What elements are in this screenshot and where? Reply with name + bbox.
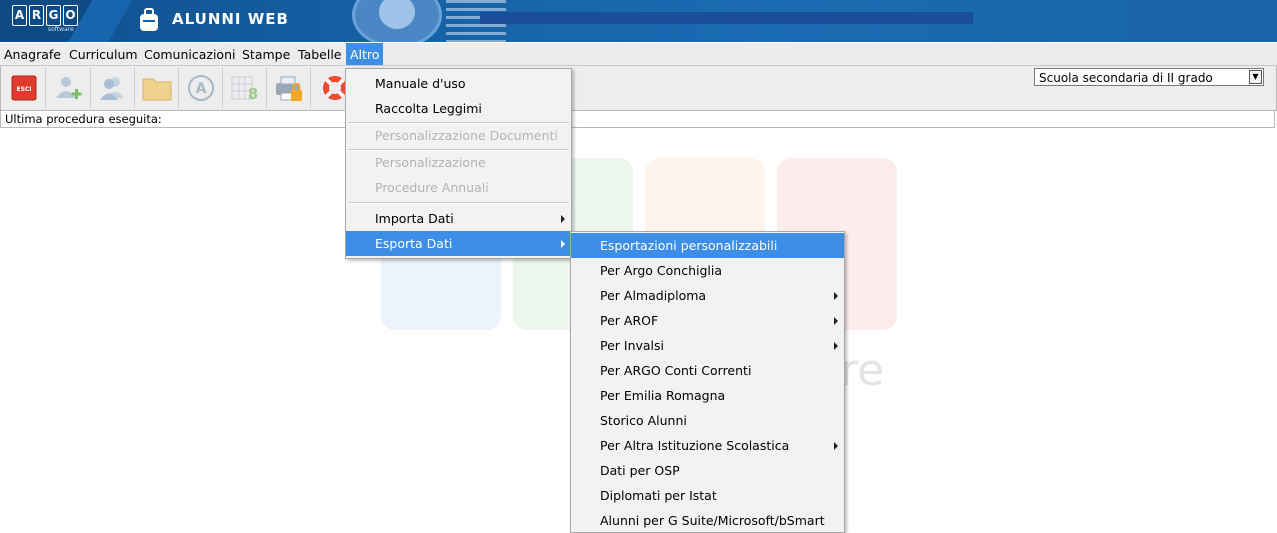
menu-item-gsuite-microsoft-bsmart[interactable]: Alunni per G Suite/Microsoft/bSmart xyxy=(571,508,844,533)
menu-item-diplomati-istat[interactable]: Diplomati per Istat xyxy=(571,483,844,508)
menu-item-label: Dati per OSP xyxy=(600,463,680,478)
menu-item-label: Per AROF xyxy=(600,313,659,328)
chevron-down-icon[interactable]: ▼ xyxy=(1249,70,1262,84)
exit-icon: ESCI xyxy=(11,75,37,100)
backpack-icon xyxy=(140,8,158,31)
menu-item-label: Per ARGO Conti Correnti xyxy=(600,363,752,378)
app-title: ALUNNI WEB xyxy=(172,10,289,28)
users-button[interactable] xyxy=(92,67,135,108)
folder-button[interactable] xyxy=(136,67,179,108)
menu-item-altra-istituzione[interactable]: Per Altra Istituzione Scolastica xyxy=(571,433,844,458)
submenu-arrow-icon xyxy=(561,215,565,223)
menu-item-label: Personalizzazione xyxy=(375,155,486,170)
menu-item-arof[interactable]: Per AROF xyxy=(571,308,844,333)
exit-button[interactable]: ESCI xyxy=(3,67,46,108)
submenu-arrow-icon xyxy=(834,342,838,350)
grid-eight-button[interactable]: 8 xyxy=(224,67,267,108)
printer-lock-button[interactable] xyxy=(268,67,311,108)
grid-eight-icon: 8 xyxy=(231,76,258,102)
grid-eight-label: 8 xyxy=(248,85,258,102)
menu-item-label: Procedure Annuali xyxy=(375,180,489,195)
logo-letter: G xyxy=(46,5,61,26)
menu-item-label: Raccolta Leggimi xyxy=(375,101,482,116)
menu-stampe[interactable]: Stampe xyxy=(238,43,294,65)
letter-a-icon: A xyxy=(188,74,214,101)
menu-item-esportazioni-personalizzabili[interactable]: Esportazioni personalizzabili xyxy=(571,233,844,258)
menu-item-label: Esporta Dati xyxy=(375,236,453,251)
folder-icon xyxy=(142,78,172,100)
menu-item-label: Esportazioni personalizzabili xyxy=(600,238,778,253)
submenu-arrow-icon xyxy=(834,442,838,450)
menu-item-label: Personalizzazione Documenti xyxy=(375,128,558,143)
menu-separator xyxy=(348,202,569,204)
menu-item-esporta-dati[interactable]: Esporta Dati xyxy=(346,231,571,256)
menu-item-personalizzazione-documenti: Personalizzazione Documenti xyxy=(346,123,571,148)
menu-item-label: Per Emilia Romagna xyxy=(600,388,726,403)
menu-tabelle[interactable]: Tabelle xyxy=(294,43,346,65)
menu-item-emilia-romagna[interactable]: Per Emilia Romagna xyxy=(571,383,844,408)
logo-subtitle: software xyxy=(48,26,74,33)
menu-anagrafe[interactable]: Anagrafe xyxy=(0,43,65,65)
menu-item-procedure-annuali: Procedure Annuali xyxy=(346,175,571,200)
users-icon xyxy=(100,76,124,100)
altro-dropdown-menu: Manuale d'uso Raccolta Leggimi Personali… xyxy=(345,68,572,259)
school-level-select[interactable]: Scuola secondaria di II grado ▼ xyxy=(1034,68,1264,86)
add-user-icon xyxy=(56,76,82,99)
menu-item-label: Importa Dati xyxy=(375,211,454,226)
esporta-dati-submenu: Esportazioni personalizzabili Per Argo C… xyxy=(570,231,845,533)
watermark-text: re xyxy=(840,345,885,396)
letter-a-button[interactable]: A xyxy=(180,67,223,108)
letter-a-label: A xyxy=(196,81,207,97)
menu-item-label: Storico Alunni xyxy=(600,413,687,428)
menu-item-label: Manuale d'uso xyxy=(375,76,466,91)
menu-item-label: Per Invalsi xyxy=(600,338,665,353)
menu-item-conti-correnti[interactable]: Per ARGO Conti Correnti xyxy=(571,358,844,383)
menu-comunicazioni[interactable]: Comunicazioni xyxy=(140,43,239,65)
menu-item-label: Diplomati per Istat xyxy=(600,488,717,503)
menu-item-almadiploma[interactable]: Per Almadiploma xyxy=(571,283,844,308)
logo-letter: O xyxy=(63,5,78,26)
menu-item-dati-osp[interactable]: Dati per OSP xyxy=(571,458,844,483)
app-header: A R G O software ALUNNI WEB xyxy=(0,0,1277,42)
menu-curriculum[interactable]: Curriculum xyxy=(65,43,142,65)
menu-item-label: Per Almadiploma xyxy=(600,288,707,303)
menu-item-argo-conchiglia[interactable]: Per Argo Conchiglia xyxy=(571,258,844,283)
status-line: Ultima procedura eseguita: xyxy=(0,111,1275,128)
banner-bar xyxy=(480,12,973,24)
menu-item-importa-dati[interactable]: Importa Dati xyxy=(346,206,571,231)
menu-item-storico-alunni[interactable]: Storico Alunni xyxy=(571,408,844,433)
exit-label: ESCI xyxy=(16,86,31,93)
printer-lock-icon xyxy=(276,76,302,101)
menu-item-label: Per Argo Conchiglia xyxy=(600,263,723,278)
menu-item-personalizzazione: Personalizzazione xyxy=(346,150,571,175)
menu-item-label: Per Altra Istituzione Scolastica xyxy=(600,438,790,453)
menu-bar: Anagrafe Curriculum Comunicazioni Stampe… xyxy=(0,43,1277,66)
school-level-value: Scuola secondaria di II grado xyxy=(1039,71,1213,85)
submenu-arrow-icon xyxy=(834,292,838,300)
submenu-arrow-icon xyxy=(561,240,565,248)
menu-item-invalsi[interactable]: Per Invalsi xyxy=(571,333,844,358)
last-procedure-label: Ultima procedura eseguita: xyxy=(5,112,162,126)
logo-letter: A xyxy=(12,5,27,26)
submenu-arrow-icon xyxy=(834,317,838,325)
menu-item-manuale[interactable]: Manuale d'uso xyxy=(346,71,571,96)
add-user-button[interactable] xyxy=(48,67,91,108)
menu-item-raccolta-leggimi[interactable]: Raccolta Leggimi xyxy=(346,96,571,121)
banner-illustration xyxy=(352,0,442,42)
menu-altro[interactable]: Altro xyxy=(346,43,384,65)
logo-letter: R xyxy=(29,5,44,26)
argo-logo: A R G O xyxy=(12,5,78,26)
